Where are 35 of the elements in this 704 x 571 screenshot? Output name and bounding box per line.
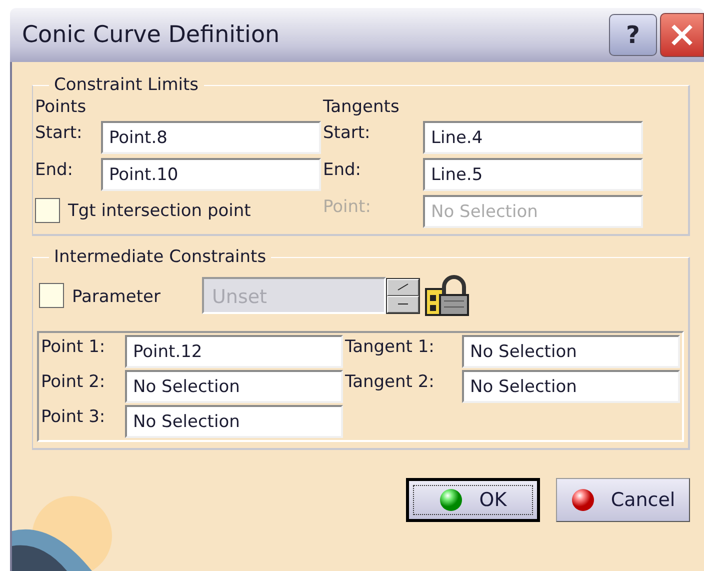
field-label: Start: bbox=[323, 122, 372, 144]
column-heading: Points bbox=[35, 96, 88, 118]
group-title: Intermediate Constraints bbox=[53, 248, 268, 267]
field-label: Point 1: bbox=[41, 336, 106, 359]
input-field[interactable]: Line.4 bbox=[423, 121, 643, 154]
field-label: End: bbox=[323, 159, 362, 180]
input-field[interactable]: Line.5 bbox=[423, 158, 643, 192]
checkbox[interactable] bbox=[35, 198, 60, 224]
group-title: Constraint Limits bbox=[53, 76, 200, 95]
input-field[interactable]: No Selection bbox=[125, 404, 343, 438]
field-label: Point 2: bbox=[41, 370, 106, 394]
window-title: Conic Curve Definition bbox=[22, 20, 281, 50]
field-label: Point 3: bbox=[41, 406, 106, 429]
input-field[interactable]: No Selection bbox=[462, 370, 680, 403]
input-field[interactable]: No Selection bbox=[125, 370, 343, 403]
spin-buttons[interactable] bbox=[386, 278, 420, 314]
close-button[interactable] bbox=[660, 13, 704, 57]
input-field[interactable]: Point.10 bbox=[101, 158, 321, 192]
field-label: Tangent 2: bbox=[345, 370, 436, 394]
ball-icon bbox=[570, 488, 595, 512]
field-label: End: bbox=[35, 159, 74, 180]
ball-icon bbox=[439, 488, 464, 512]
field-label: Point: bbox=[323, 196, 372, 218]
input-field[interactable]: Point.8 bbox=[101, 121, 321, 154]
input-field[interactable]: No Selection bbox=[462, 334, 680, 368]
help-button[interactable]: ? bbox=[609, 14, 657, 56]
checkbox-label: Parameter bbox=[72, 286, 162, 307]
field-label: Start: bbox=[35, 122, 84, 144]
ok-button[interactable]: OK bbox=[406, 478, 540, 522]
checkbox-label: Tgt intersection point bbox=[68, 200, 251, 222]
input-field[interactable]: Point.12 bbox=[125, 334, 343, 368]
lock-icon[interactable] bbox=[424, 274, 470, 317]
column-heading: Tangents bbox=[323, 96, 400, 118]
field-label: Tangent 1: bbox=[345, 336, 436, 359]
cancel-button[interactable]: Cancel bbox=[556, 478, 690, 522]
